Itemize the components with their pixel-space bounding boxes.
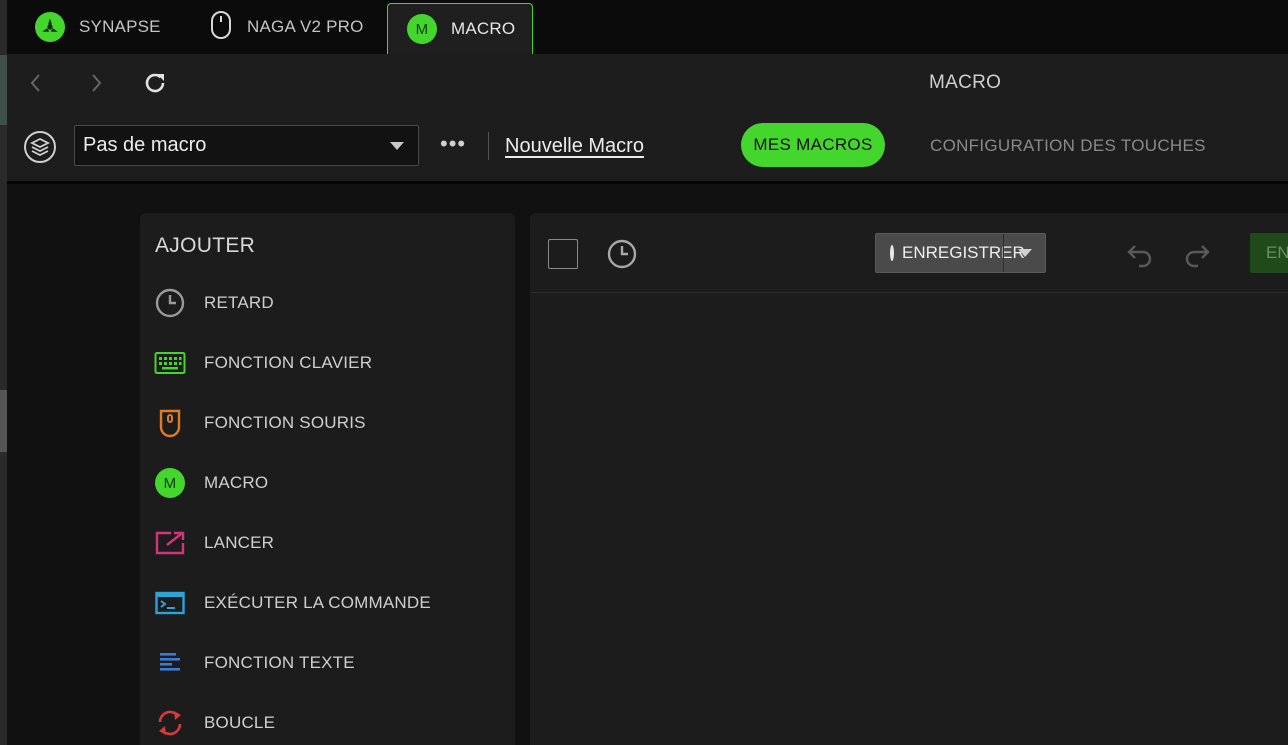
add-item-text[interactable]: FONCTION TEXTE (154, 646, 504, 680)
chevron-down-icon (1017, 249, 1032, 257)
record-button-group: ENREGISTRER (875, 233, 1046, 273)
add-panel: AJOUTER RETARD FONCTION CLAVIER FONCTION… (140, 213, 515, 745)
delay-settings-button[interactable] (606, 238, 638, 270)
tab-key-configuration[interactable]: CONFIGURATION DES TOUCHES (930, 136, 1206, 156)
add-panel-title: AJOUTER (155, 234, 256, 257)
add-item-label: RETARD (204, 293, 274, 312)
chevron-left-icon (30, 74, 40, 92)
add-item-macro[interactable]: M MACRO (154, 466, 504, 500)
add-item-label: FONCTION CLAVIER (204, 353, 373, 372)
clock-icon (154, 287, 186, 319)
mouse-icon (209, 10, 233, 45)
new-macro-link[interactable]: Nouvelle Macro (505, 135, 644, 158)
record-dot-icon (890, 245, 894, 261)
window-edge (0, 0, 7, 745)
macro-select[interactable]: Pas de macro (74, 125, 419, 166)
launch-icon (154, 527, 186, 559)
record-button[interactable]: ENREGISTRER (876, 234, 1025, 272)
refresh-button[interactable] (140, 68, 170, 98)
add-item-launch[interactable]: LANCER (154, 526, 504, 560)
macro-editor: ENREGISTRER ENREGISTRER (530, 213, 1288, 745)
keyboard-icon (154, 347, 186, 379)
add-item-keyboard[interactable]: FONCTION CLAVIER (154, 346, 504, 380)
macro-badge-icon: M (154, 467, 186, 499)
divider (488, 132, 489, 160)
tab-macro[interactable]: M MACRO (387, 3, 533, 54)
undo-icon (1127, 245, 1152, 268)
add-item-label: EXÉCUTER LA COMMANDE (204, 593, 431, 612)
redo-button[interactable] (1180, 238, 1212, 270)
add-item-label: FONCTION TEXTE (204, 653, 355, 672)
record-options-dropdown[interactable] (1003, 234, 1045, 272)
add-item-mouse[interactable]: FONCTION SOURIS (154, 406, 504, 440)
tab-my-macros[interactable]: MES MACROS (741, 123, 885, 167)
layers-icon[interactable] (23, 130, 57, 164)
loop-icon (154, 707, 186, 739)
chevron-down-icon (390, 142, 404, 150)
tab-label: SYNAPSE (79, 17, 161, 36)
divider (7, 181, 1288, 184)
razer-logo-icon (35, 12, 65, 42)
window-edge-segment (0, 390, 7, 452)
back-button[interactable] (21, 68, 51, 98)
macro-badge-icon: M (407, 14, 437, 44)
tab-label: NAGA V2 PRO (247, 17, 364, 36)
tab-synapse[interactable]: SYNAPSE (7, 0, 187, 54)
add-item-label: MACRO (204, 473, 269, 492)
select-all-checkbox[interactable] (548, 239, 578, 269)
window-edge-segment (0, 55, 7, 125)
header: MACRO Pas de macro ••• Nouvelle Macro ME… (7, 54, 1288, 181)
add-item-label: BOUCLE (204, 713, 276, 732)
forward-button[interactable] (81, 68, 111, 98)
editor-toolbar: ENREGISTRER ENREGISTRER (530, 213, 1288, 293)
add-item-label: LANCER (204, 533, 275, 552)
macro-select-value: Pas de macro (83, 134, 207, 156)
clock-icon (607, 239, 637, 269)
app-tab-bar: SYNAPSE NAGA V2 PRO M MACRO (7, 0, 1288, 54)
redo-icon (1185, 245, 1210, 268)
terminal-icon (154, 587, 186, 619)
mouse-icon (154, 407, 186, 439)
macro-badge: M (155, 468, 185, 498)
tab-naga-v2-pro[interactable]: NAGA V2 PRO (187, 0, 387, 54)
add-item-run-command[interactable]: EXÉCUTER LA COMMANDE (154, 586, 504, 620)
chevron-right-icon (92, 74, 102, 92)
add-item-loop[interactable]: BOUCLE (154, 706, 504, 740)
save-button[interactable]: ENREGISTRER (1250, 233, 1288, 273)
page-title: MACRO (929, 72, 1002, 93)
add-item-label: FONCTION SOURIS (204, 413, 366, 432)
tab-label: MACRO (451, 19, 516, 38)
more-options-button[interactable]: ••• (440, 133, 466, 155)
add-item-delay[interactable]: RETARD (154, 286, 504, 320)
text-icon (154, 647, 186, 679)
refresh-icon (145, 73, 165, 93)
undo-button[interactable] (1125, 238, 1157, 270)
